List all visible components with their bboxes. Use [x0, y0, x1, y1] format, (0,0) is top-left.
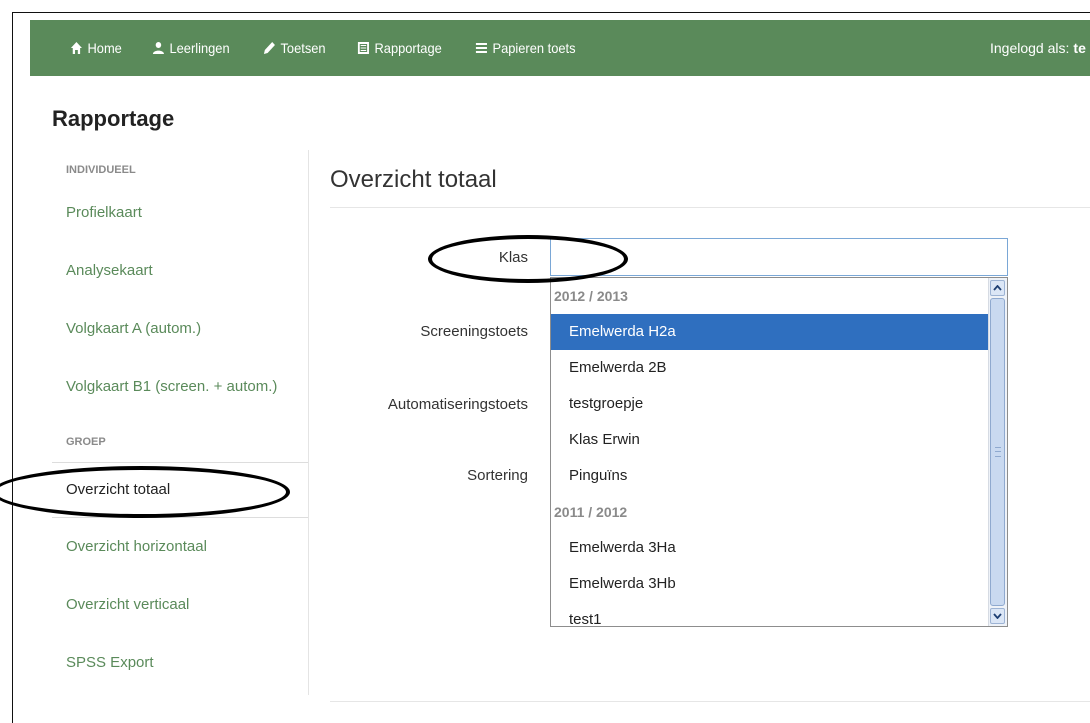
automatiseringstoets-label: Automatiseringstoets — [387, 396, 528, 413]
klas-select[interactable] — [550, 238, 1008, 276]
option-klas-erwin[interactable]: Klas Erwin — [551, 422, 989, 458]
sidebar-item-overzicht-totaal[interactable]: Overzicht totaal — [66, 481, 170, 498]
login-info: Ingelogd als: te — [990, 20, 1086, 76]
scroll-thumb[interactable] — [990, 298, 1005, 606]
sidebar-item-volgkaart-a[interactable]: Volgkaart A (autom.) — [66, 320, 201, 337]
nav-leerlingen[interactable]: Leerlingen — [152, 40, 230, 56]
nav-papieren-toets-label: Papieren toets — [492, 40, 576, 56]
chevron-up-icon — [993, 285, 1002, 291]
main-divider-bottom — [330, 701, 1090, 702]
option-emelwerda-3ha[interactable]: Emelwerda 3Ha — [551, 530, 989, 566]
pencil-icon — [263, 42, 275, 54]
sidebar-header-individueel: INDIVIDUEEL — [66, 164, 136, 176]
screeningstoets-label: Screeningstoets — [420, 323, 528, 340]
menu-icon — [475, 43, 487, 53]
option-emelwerda-2b[interactable]: Emelwerda 2B — [551, 350, 989, 386]
nav-home-label: Home — [87, 40, 122, 56]
sidebar-item-overzicht-horizontaal[interactable]: Overzicht horizontaal — [66, 538, 207, 555]
optgroup-2012-2013: 2012 / 2013 — [554, 288, 628, 304]
login-user[interactable]: te — [1073, 40, 1085, 56]
option-test1[interactable]: test1 — [551, 602, 989, 626]
klas-label: Klas — [498, 249, 528, 266]
sidebar-item-analysekaart[interactable]: Analysekaart — [66, 262, 153, 279]
klas-dropdown-list[interactable]: 2012 / 2013 Emelwerda H2a Emelwerda 2B t… — [550, 277, 1008, 627]
scroll-down-button[interactable] — [990, 608, 1005, 624]
option-pinguins[interactable]: Pinguïns — [551, 458, 989, 494]
dropdown-scrollbar[interactable] — [988, 278, 1007, 626]
page-title: Rapportage — [52, 106, 175, 131]
login-prefix: Ingelogd als: — [990, 40, 1070, 56]
nav-toetsen-label: Toetsen — [280, 40, 326, 56]
main-divider-top — [330, 207, 1090, 208]
scroll-grip-icon — [995, 447, 1001, 457]
nav-rapportage[interactable]: Rapportage — [357, 40, 442, 56]
dropdown-options: 2012 / 2013 Emelwerda H2a Emelwerda 2B t… — [551, 278, 989, 626]
nav-toetsen[interactable]: Toetsen — [263, 40, 326, 56]
chevron-down-icon — [993, 613, 1002, 619]
main-title: Overzicht totaal — [330, 166, 497, 193]
option-testgroepje[interactable]: testgroepje — [551, 386, 989, 422]
scroll-up-button[interactable] — [990, 280, 1005, 296]
nav-rapportage-label: Rapportage — [374, 40, 442, 56]
sidebar-item-profielkaart[interactable]: Profielkaart — [66, 204, 142, 221]
list-alt-icon — [357, 42, 369, 54]
home-icon — [70, 42, 82, 54]
nav-papieren-toets[interactable]: Papieren toets — [475, 40, 576, 56]
nav-home[interactable]: Home — [70, 40, 122, 56]
sidebar-item-overzicht-verticaal[interactable]: Overzicht verticaal — [66, 596, 189, 613]
sortering-label: Sortering — [467, 467, 528, 484]
sidebar-header-groep: GROEP — [66, 436, 106, 448]
user-icon — [153, 42, 165, 54]
sidebar-item-volgkaart-b1[interactable]: Volgkaart B1 (screen. + autom.) — [66, 378, 277, 395]
optgroup-2011-2012: 2011 / 2012 — [554, 504, 628, 520]
option-emelwerda-3hb[interactable]: Emelwerda 3Hb — [551, 566, 989, 602]
top-navbar: Home Leerlingen Toetsen Rapportage Papie… — [30, 20, 1090, 76]
sidebar-divider — [308, 150, 309, 695]
nav-leerlingen-label: Leerlingen — [169, 40, 230, 56]
option-emelwerda-h2a[interactable]: Emelwerda H2a — [551, 314, 989, 350]
sidebar-item-spss-export[interactable]: SPSS Export — [66, 654, 154, 671]
